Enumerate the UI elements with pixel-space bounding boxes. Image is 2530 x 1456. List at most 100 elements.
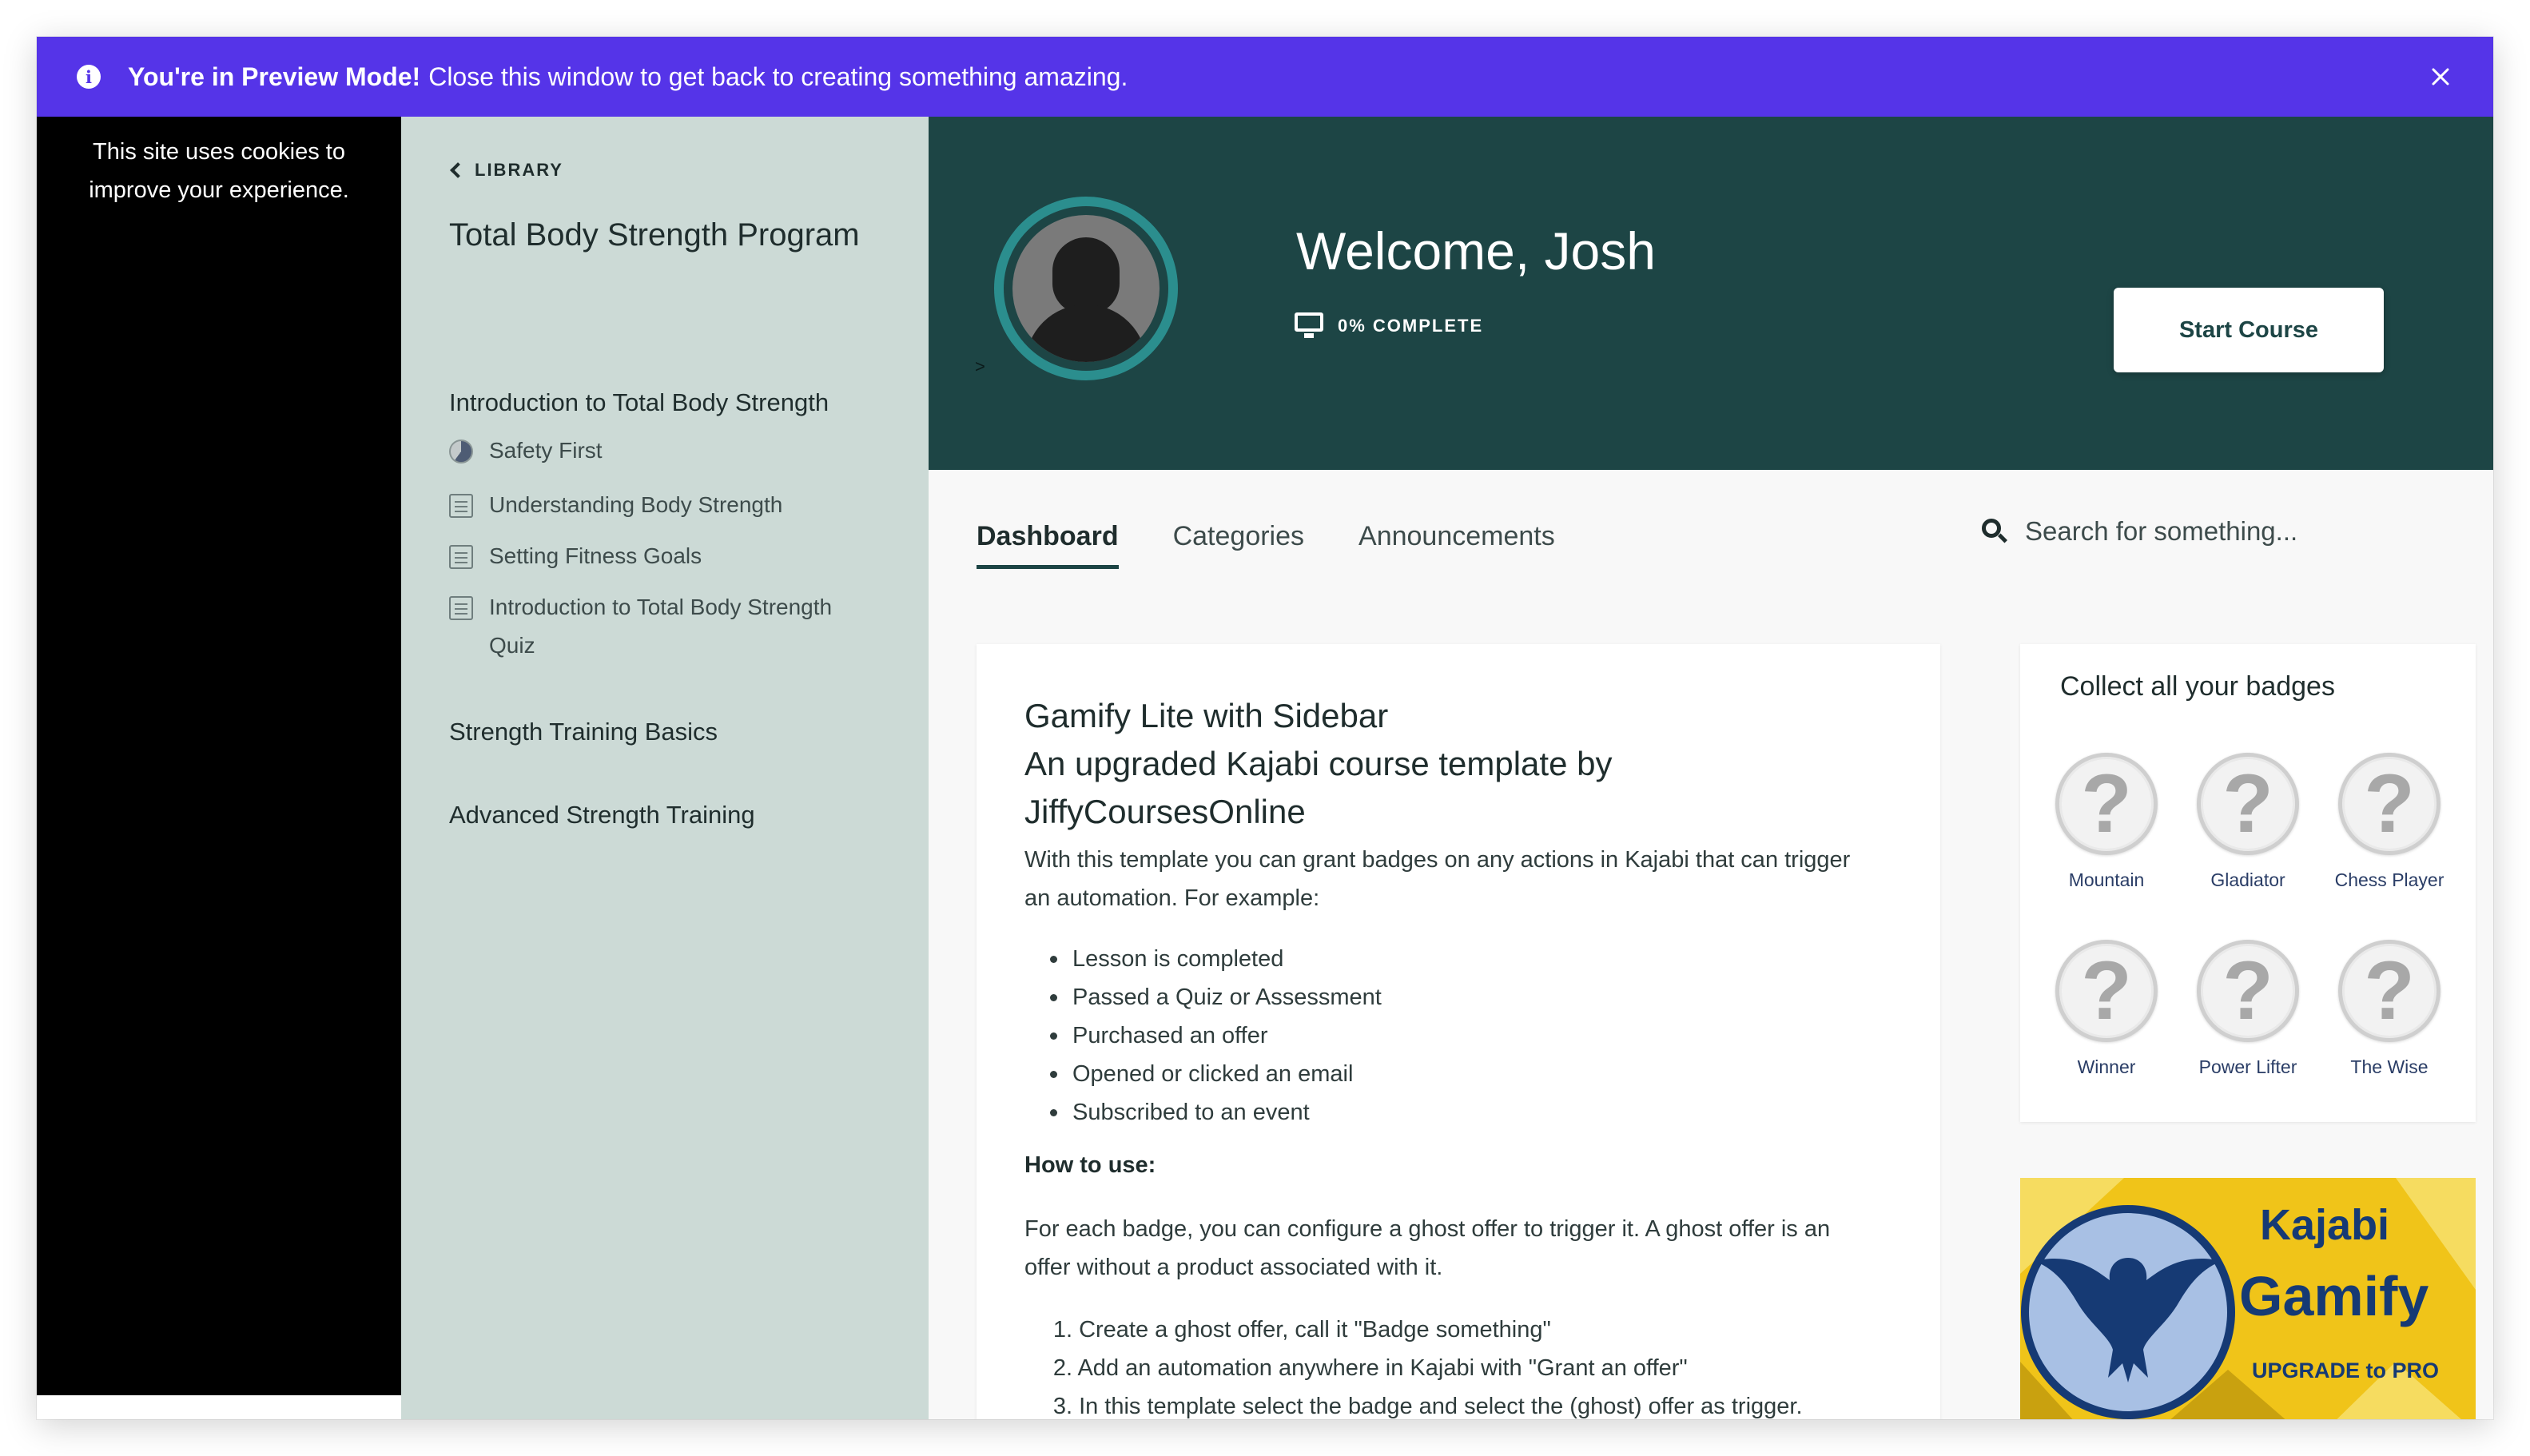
upgrade-to-pro-label: UPGRADE to PRO bbox=[2252, 1359, 2440, 1382]
badge-label: Chess Player bbox=[2334, 869, 2444, 890]
badge-the-wise[interactable]: ? The Wise bbox=[2319, 940, 2460, 1078]
question-mark-icon: ? bbox=[2197, 753, 2299, 855]
content-title-line: An upgraded Kajabi course template by bbox=[1024, 745, 1613, 782]
list-item: 3. In this template select the badge and… bbox=[1040, 1387, 1803, 1419]
step-number: 2. bbox=[1052, 1355, 1072, 1381]
badge-label: Power Lifter bbox=[2198, 1056, 2297, 1077]
step-number: 3. bbox=[1052, 1394, 1072, 1419]
step-text: Add an automation anywhere in Kajabi wit… bbox=[1077, 1355, 1688, 1381]
lesson-label-line: Quiz bbox=[489, 633, 535, 658]
step-number: 1. bbox=[1052, 1317, 1072, 1343]
preview-mode-heading: You're in Preview Mode! bbox=[128, 62, 421, 91]
preview-mode-banner: i You're in Preview Mode! Close this win… bbox=[37, 37, 2493, 117]
lesson-label: Understanding Body Strength bbox=[489, 492, 783, 517]
badge-winner[interactable]: ? Winner bbox=[2036, 940, 2177, 1078]
module-title[interactable]: Advanced Strength Training bbox=[449, 801, 755, 829]
tab-bar: Dashboard Categories Announcements bbox=[977, 521, 1555, 569]
trigger-list: Lesson is completed Passed a Quiz or Ass… bbox=[1040, 940, 1382, 1132]
question-mark-icon: ? bbox=[2055, 940, 2158, 1042]
search-bar bbox=[1982, 516, 2313, 547]
lesson-label: Setting Fitness Goals bbox=[489, 543, 702, 568]
question-mark-icon: ? bbox=[2338, 753, 2440, 855]
progress-status: 0% COMPLETE bbox=[1295, 312, 1483, 340]
paragraph-line: offer without a product associated with … bbox=[1024, 1255, 1443, 1280]
document-icon bbox=[449, 494, 473, 518]
content-title: Gamify Lite with Sidebar An upgraded Kaj… bbox=[1024, 692, 1824, 836]
badge-gladiator[interactable]: ? Gladiator bbox=[2178, 753, 2318, 891]
course-hero-header: > Welcome, Josh 0% COMPLETE Start Course bbox=[929, 117, 2493, 470]
badge-label: Winner bbox=[2077, 1056, 2136, 1077]
lesson-label: Introduction to Total Body Strength Quiz bbox=[489, 588, 832, 665]
browser-window: i You're in Preview Mode! Close this win… bbox=[37, 37, 2493, 1419]
question-mark-icon: ? bbox=[2197, 940, 2299, 1042]
step-text: Create a ghost offer, call it "Badge som… bbox=[1079, 1317, 1551, 1343]
start-course-button[interactable]: Start Course bbox=[2114, 288, 2384, 372]
module-title[interactable]: Introduction to Total Body Strength bbox=[449, 388, 829, 417]
list-item: Purchased an offer bbox=[1040, 1016, 1382, 1055]
list-item: Opened or clicked an email bbox=[1040, 1055, 1382, 1093]
question-mark-icon: ? bbox=[2338, 940, 2440, 1042]
steps-list: 1. Create a ghost offer, call it "Badge … bbox=[1040, 1311, 1803, 1419]
dashboard-main: Dashboard Categories Announcements Gamif… bbox=[929, 470, 2493, 1419]
lesson-item[interactable]: Setting Fitness Goals bbox=[449, 537, 702, 575]
badge-power-lifter[interactable]: ? Power Lifter bbox=[2178, 940, 2318, 1078]
library-back-link[interactable]: LIBRARY bbox=[449, 160, 563, 181]
info-icon: i bbox=[77, 65, 101, 89]
list-item: Lesson is completed bbox=[1040, 940, 1382, 978]
module-title[interactable]: Strength Training Basics bbox=[449, 718, 718, 746]
avatar bbox=[994, 197, 1178, 380]
paragraph-line: With this template you can grant badges … bbox=[1024, 847, 1851, 873]
progress-label: 0% COMPLETE bbox=[1338, 316, 1484, 336]
lesson-item[interactable]: Understanding Body Strength bbox=[449, 486, 782, 524]
search-input[interactable] bbox=[2025, 516, 2313, 547]
close-icon[interactable] bbox=[2425, 61, 2456, 93]
document-icon bbox=[449, 596, 473, 620]
user-silhouette-icon bbox=[1012, 215, 1160, 362]
list-item: 1. Create a ghost offer, call it "Badge … bbox=[1040, 1311, 1803, 1349]
badge-label: The Wise bbox=[2350, 1056, 2429, 1077]
gamify-promo-banner[interactable]: Kajabi Gamify UPGRADE to PRO bbox=[2020, 1178, 2476, 1419]
lesson-item[interactable]: Safety First bbox=[449, 432, 603, 470]
lesson-item[interactable]: Introduction to Total Body Strength Quiz bbox=[449, 588, 832, 665]
cookie-notice-line: improve your experience. bbox=[89, 177, 349, 203]
lesson-label-line: Introduction to Total Body Strength bbox=[489, 595, 833, 619]
badges-card: Collect all your badges ? Mountain ? Gla… bbox=[2020, 644, 2476, 1122]
cookie-notice-panel: This site uses cookies to improve your e… bbox=[37, 117, 401, 1395]
monitor-icon bbox=[1295, 312, 1323, 340]
step-text: In this template select the badge and se… bbox=[1079, 1394, 1803, 1419]
preview-mode-message: Close this window to get back to creatin… bbox=[428, 62, 1128, 91]
list-item: Passed a Quiz or Assessment bbox=[1040, 978, 1382, 1016]
how-to-heading: How to use: bbox=[1024, 1152, 1156, 1178]
howto-paragraph: For each badge, you can configure a ghos… bbox=[1024, 1210, 1888, 1287]
cookie-notice-line: This site uses cookies to bbox=[93, 139, 345, 165]
content-title-line: JiffyCoursesOnline bbox=[1024, 793, 1306, 830]
list-item: 2. Add an automation anywhere in Kajabi … bbox=[1040, 1349, 1803, 1387]
course-sidebar: LIBRARY Total Body Strength Program Intr… bbox=[401, 117, 929, 1419]
badge-chess-player[interactable]: ? Chess Player bbox=[2319, 753, 2460, 891]
lesson-label: Safety First bbox=[489, 438, 603, 463]
paragraph-line: an automation. For example: bbox=[1024, 885, 1320, 911]
badge-label: Mountain bbox=[2068, 869, 2145, 890]
list-item: Subscribed to an event bbox=[1040, 1093, 1382, 1132]
document-icon bbox=[449, 545, 473, 569]
welcome-heading: Welcome, Josh bbox=[1296, 221, 1656, 280]
intro-paragraph: With this template you can grant badges … bbox=[1024, 841, 1888, 917]
tab-announcements[interactable]: Announcements bbox=[1358, 521, 1555, 569]
chevron-left-icon bbox=[450, 162, 466, 178]
tab-categories[interactable]: Categories bbox=[1173, 521, 1304, 569]
content-title-line: Gamify Lite with Sidebar bbox=[1024, 697, 1389, 734]
divider bbox=[37, 1395, 401, 1419]
badge-mountain[interactable]: ? Mountain bbox=[2036, 753, 2177, 891]
badge-label: Gladiator bbox=[2210, 869, 2285, 890]
caret-text: > bbox=[975, 356, 985, 376]
course-title: Total Body Strength Program bbox=[449, 217, 860, 253]
promo-word-kajabi: Kajabi bbox=[2260, 1201, 2390, 1249]
question-mark-icon: ? bbox=[2055, 753, 2158, 855]
paragraph-line: For each badge, you can configure a ghos… bbox=[1024, 1216, 1831, 1242]
promo-word-gamify: Gamify bbox=[2239, 1265, 2429, 1327]
content-card: Gamify Lite with Sidebar An upgraded Kaj… bbox=[977, 644, 1940, 1419]
search-icon[interactable] bbox=[1982, 519, 2008, 544]
progress-icon bbox=[449, 440, 473, 463]
badges-title: Collect all your badges bbox=[2060, 671, 2335, 702]
tab-dashboard[interactable]: Dashboard bbox=[977, 521, 1119, 569]
